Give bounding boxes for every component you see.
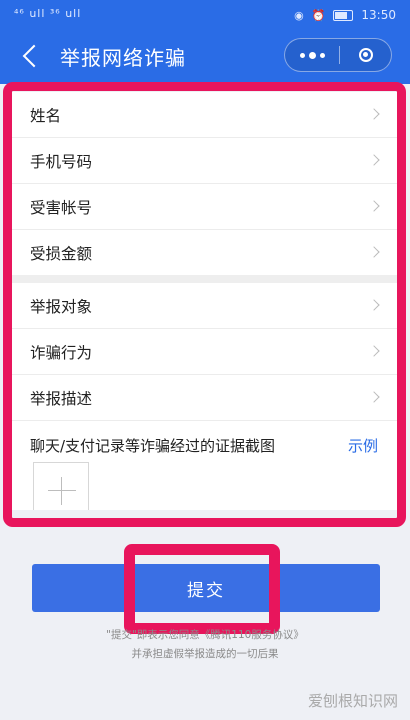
- status-right: ◉ ⏰ 13:50: [294, 8, 396, 22]
- top-bar: ⁴⁶ ull ³⁶ ull ◉ ⏰ 13:50 举报网络诈骗: [0, 0, 410, 84]
- more-button[interactable]: [285, 39, 339, 71]
- page-title: 举报网络诈骗: [60, 46, 186, 70]
- more-dots-icon: [299, 52, 305, 58]
- agreement-notice: "提交"即表示您同意《腾讯110服务协议》 并承担虚假举报造成的一切后果: [0, 626, 410, 664]
- signal-indicators: ⁴⁶ ull ³⁶ ull: [14, 7, 82, 20]
- highlight-frame-submit: [124, 544, 280, 634]
- more-dots-icon-right: [319, 52, 325, 58]
- chevron-left-icon[interactable]: [22, 44, 46, 68]
- highlight-frame-form: [3, 82, 406, 527]
- more-dots-icon-center: [308, 51, 316, 59]
- status-time: 13:50: [361, 8, 396, 22]
- close-button[interactable]: [340, 39, 392, 71]
- target-ring-icon: [359, 48, 373, 62]
- agreement-line-2: 并承担虚假举报造成的一切后果: [131, 648, 279, 660]
- eye-icon: ◉: [294, 8, 304, 22]
- battery-icon: [333, 9, 354, 21]
- alarm-icon: ⏰: [311, 8, 326, 22]
- agreement-line-1[interactable]: "提交"即表示您同意《腾讯110服务协议》: [0, 626, 410, 645]
- watermark: 爱刨根知识网: [307, 692, 398, 710]
- nav-bar: 举报网络诈骗: [0, 34, 410, 80]
- mini-program-capsule: [284, 38, 392, 72]
- status-bar: ⁴⁶ ull ³⁶ ull ◉ ⏰ 13:50: [0, 0, 410, 30]
